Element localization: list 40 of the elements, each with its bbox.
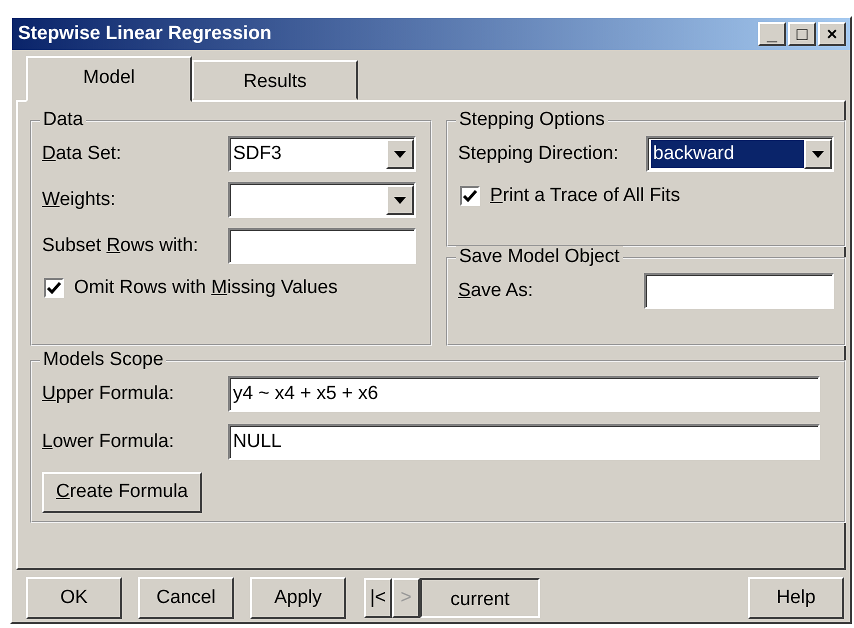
input-field[interactable]: NULL: [228, 424, 820, 460]
dropdown[interactable]: backward: [646, 136, 834, 172]
field-label: Save As:: [458, 279, 534, 303]
current-field: current: [420, 578, 540, 618]
input-field[interactable]: y4 ~ x4 + x5 + x6: [228, 376, 820, 412]
dialog-button[interactable]: Apply: [250, 577, 346, 619]
dropdown-button[interactable]: [386, 185, 414, 215]
window-title: Stepwise Linear Regression: [18, 22, 272, 46]
field-label: Lower Formula:: [42, 430, 175, 454]
maximize-button[interactable]: □: [788, 22, 816, 46]
checkbox-label[interactable]: Omit Rows with Missing Values: [74, 274, 338, 302]
dropdown-button[interactable]: [386, 139, 414, 169]
tab[interactable]: Results: [192, 60, 358, 100]
group-title: Save Model Object: [456, 246, 623, 268]
input-field[interactable]: [644, 273, 834, 310]
dialog-button[interactable]: OK: [26, 577, 122, 619]
minimize-button[interactable]: _: [758, 22, 786, 46]
caret-icon: [812, 150, 824, 158]
group-title: Models Scope: [40, 349, 166, 371]
help-button[interactable]: Help: [748, 577, 844, 619]
group-title: Stepping Options: [456, 109, 608, 131]
create-formula-button[interactable]: Create Formula: [42, 472, 202, 512]
checkbox[interactable]: [44, 278, 64, 298]
dialog-button[interactable]: Cancel: [138, 577, 234, 619]
field-label: Weights:: [42, 188, 117, 212]
tab[interactable]: Model: [26, 56, 192, 102]
dropdown[interactable]: [228, 182, 416, 218]
field-label: Stepping Direction:: [458, 142, 620, 166]
first-button[interactable]: |<: [364, 578, 392, 618]
caret-icon: [394, 196, 406, 204]
caret-icon: [394, 150, 406, 158]
close-button[interactable]: ×: [818, 22, 846, 46]
input-field[interactable]: [228, 228, 416, 264]
checkbox[interactable]: [460, 186, 480, 206]
checkbox-label[interactable]: Print a Trace of All Fits: [490, 182, 680, 210]
field-label: Subset Rows with:: [42, 234, 200, 258]
dropdown[interactable]: SDF3: [228, 136, 416, 172]
dropdown-button[interactable]: [804, 139, 832, 169]
field-label: Data Set:: [42, 142, 122, 166]
field-label: Upper Formula:: [42, 382, 176, 406]
